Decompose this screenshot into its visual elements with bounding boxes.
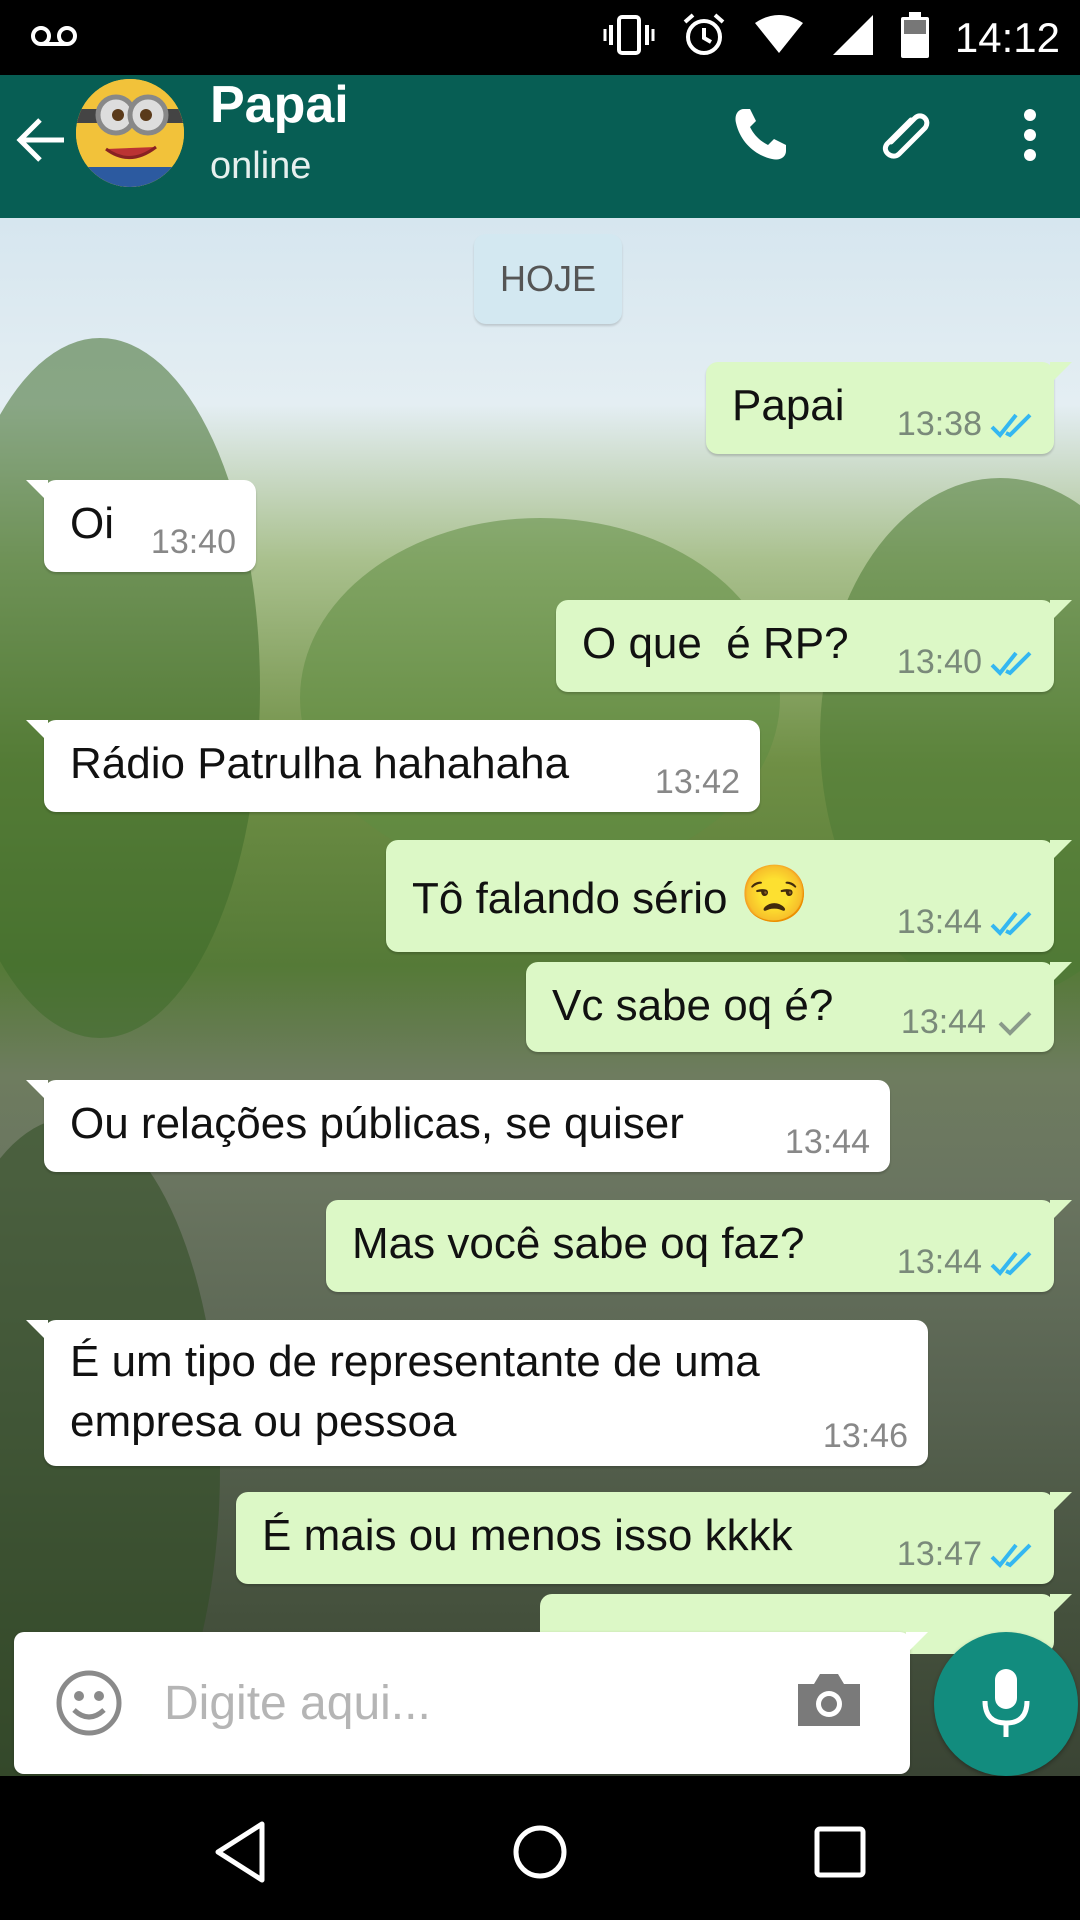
message-time: 13:47 bbox=[896, 1535, 982, 1573]
wifi-icon bbox=[753, 15, 805, 60]
wallpaper-foliage bbox=[0, 338, 260, 1038]
message-incoming[interactable]: Oi 13:40 bbox=[26, 480, 256, 572]
message-text: O que é RP? bbox=[582, 619, 849, 668]
message-input[interactable] bbox=[164, 1668, 784, 1738]
message-incoming[interactable]: É um tipo de representante de uma empres… bbox=[26, 1320, 928, 1466]
back-arrow-icon[interactable] bbox=[10, 105, 70, 175]
double-tick-icon bbox=[990, 413, 1032, 438]
signal-icon bbox=[831, 13, 875, 62]
message-text: Mas você sabe oq faz? bbox=[352, 1219, 805, 1268]
alarm-icon bbox=[681, 12, 727, 63]
message-text: Tô falando sério bbox=[412, 874, 728, 923]
chat-header: Papai online bbox=[0, 75, 1080, 218]
unamused-face-emoji: 😒 bbox=[739, 862, 810, 925]
message-time: 13:38 bbox=[896, 405, 982, 443]
message-time: 13:44 bbox=[896, 1243, 982, 1281]
message-outgoing[interactable]: Vc sabe oq é? 13:44 bbox=[526, 962, 1072, 1052]
message-content: Tô falando sério 😒 bbox=[412, 864, 810, 929]
avatar[interactable] bbox=[76, 79, 184, 187]
message-text: Oi bbox=[70, 499, 114, 548]
battery-icon bbox=[900, 12, 929, 63]
message-text: É mais ou menos isso kkkk bbox=[262, 1511, 793, 1560]
status-time: 14:12 bbox=[954, 13, 1060, 61]
phone-icon[interactable] bbox=[720, 95, 800, 175]
chat-area[interactable]: HOJE Papai 13:38 Oi 13:40 O que é RP? 13… bbox=[0, 218, 1080, 1776]
vibrate-icon bbox=[603, 13, 655, 62]
recents-square-icon[interactable] bbox=[800, 1812, 880, 1892]
microphone-icon[interactable] bbox=[934, 1632, 1078, 1776]
double-tick-icon bbox=[990, 1543, 1032, 1568]
message-time: 13:44 bbox=[784, 1123, 870, 1161]
message-outgoing[interactable]: Papai 13:38 bbox=[706, 362, 1072, 454]
message-incoming[interactable]: Rádio Patrulha hahahaha 13:42 bbox=[26, 720, 760, 812]
message-time: 13:42 bbox=[654, 763, 740, 801]
message-outgoing[interactable]: O que é RP? 13:40 bbox=[556, 600, 1072, 692]
wallpaper-foliage bbox=[300, 518, 780, 878]
double-tick-icon bbox=[990, 1251, 1032, 1276]
voicemail-icon bbox=[30, 18, 78, 59]
message-outgoing[interactable]: É mais ou menos isso kkkk 13:47 bbox=[236, 1492, 1072, 1584]
message-time: 13:46 bbox=[822, 1417, 908, 1455]
navigation-bar bbox=[0, 1776, 1080, 1920]
message-text: Ou relações públicas, se quiser bbox=[70, 1099, 684, 1148]
emoji-icon[interactable] bbox=[54, 1668, 124, 1738]
message-outgoing[interactable]: Tô falando sério 😒 13:44 bbox=[386, 840, 1072, 952]
message-time: 13:40 bbox=[150, 523, 236, 561]
message-time: 13:40 bbox=[896, 643, 982, 681]
message-text: Rádio Patrulha hahahaha bbox=[70, 739, 570, 788]
message-text: Papai bbox=[732, 381, 845, 430]
message-text-line: É um tipo de representante de uma bbox=[70, 1337, 760, 1386]
message-text-line: empresa ou pessoa bbox=[70, 1397, 457, 1446]
status-bar: 14:12 bbox=[0, 0, 1080, 75]
back-triangle-icon[interactable] bbox=[200, 1812, 280, 1892]
more-options-icon[interactable] bbox=[1000, 95, 1060, 175]
double-tick-icon bbox=[990, 651, 1032, 676]
single-tick-icon bbox=[998, 1011, 1032, 1036]
attach-icon[interactable] bbox=[866, 95, 946, 175]
home-circle-icon[interactable] bbox=[500, 1812, 580, 1892]
message-outgoing[interactable]: Mas você sabe oq faz? 13:44 bbox=[326, 1200, 1072, 1292]
contact-name[interactable]: Papai bbox=[210, 75, 349, 135]
compose-bar bbox=[14, 1632, 928, 1774]
message-incoming[interactable]: Ou relações públicas, se quiser 13:44 bbox=[26, 1080, 890, 1172]
message-time: 13:44 bbox=[896, 903, 982, 941]
date-divider: HOJE bbox=[474, 234, 622, 324]
double-tick-icon bbox=[990, 911, 1032, 936]
message-text: Vc sabe oq é? bbox=[552, 981, 834, 1030]
message-time: 13:44 bbox=[900, 1003, 986, 1041]
camera-icon[interactable] bbox=[794, 1670, 884, 1740]
contact-status: online bbox=[210, 145, 312, 187]
